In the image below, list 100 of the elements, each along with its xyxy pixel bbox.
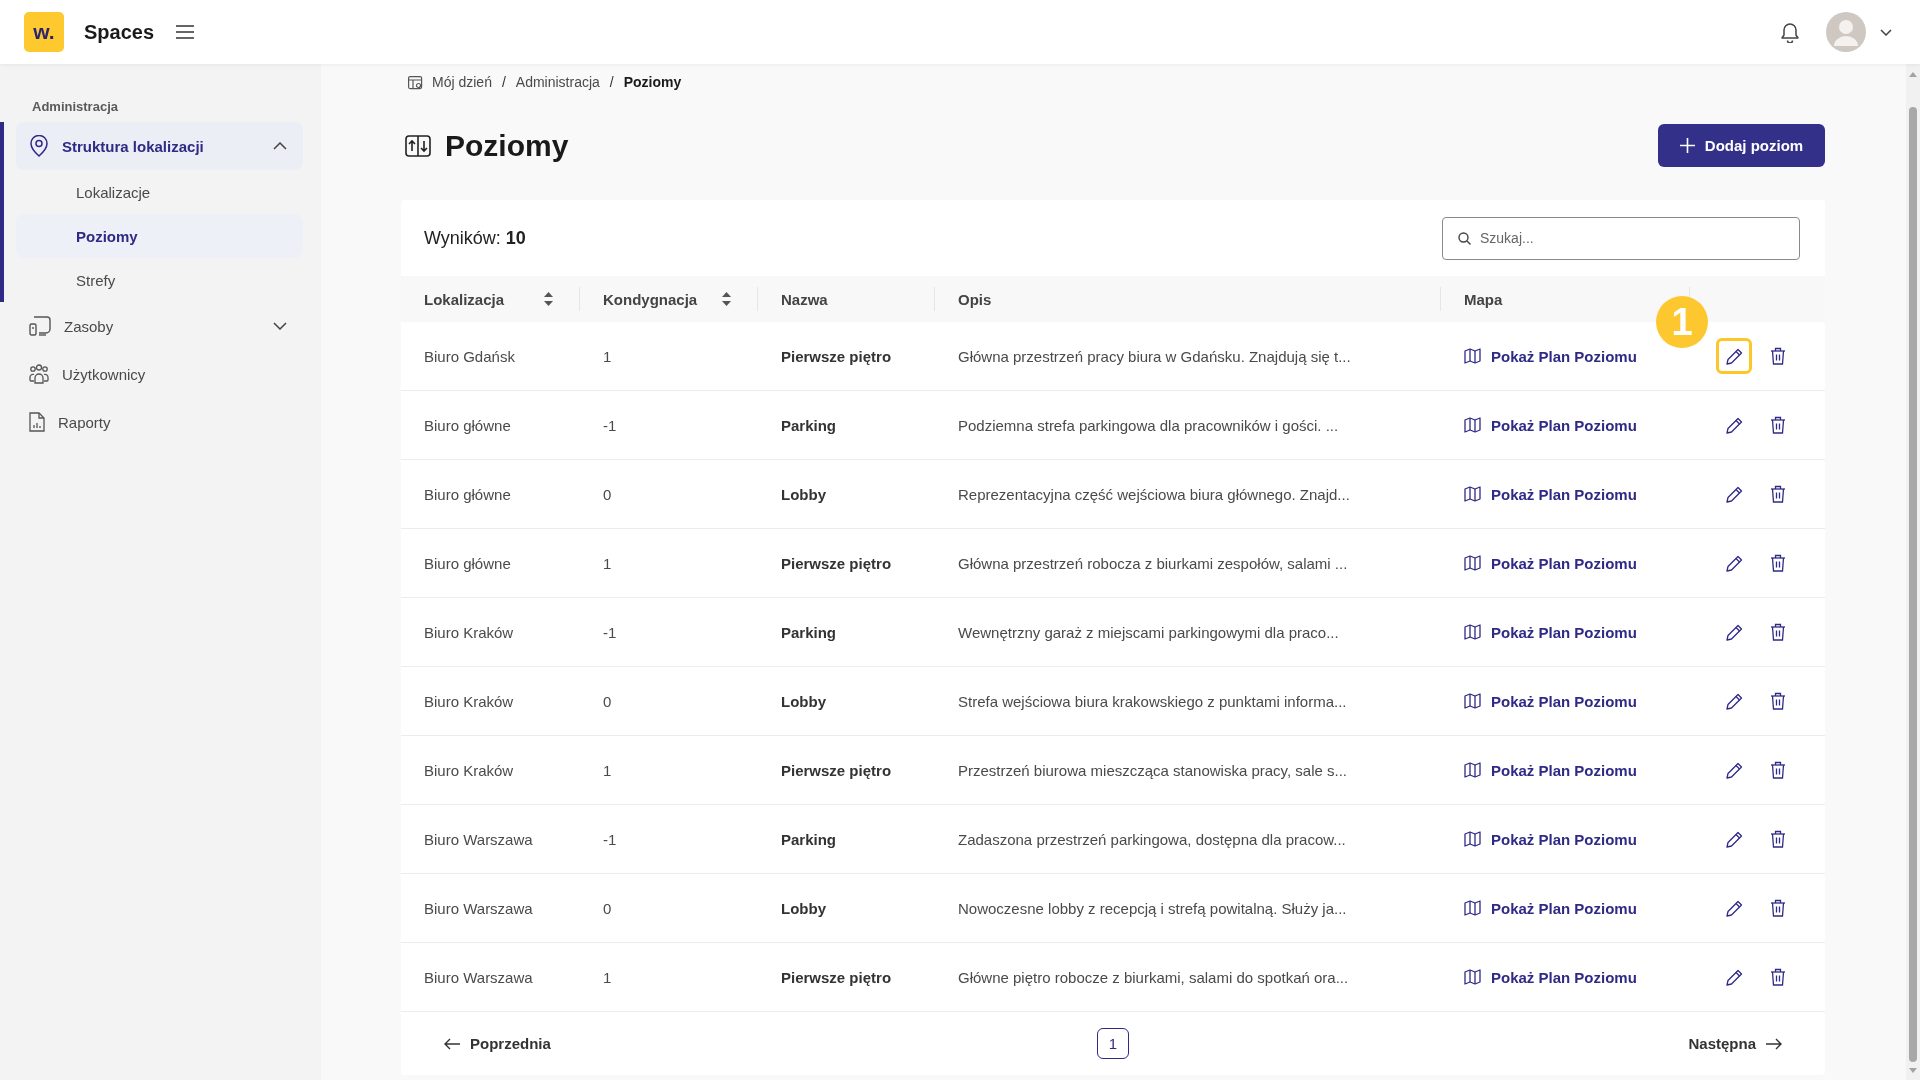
map-icon <box>1464 486 1481 502</box>
map-link[interactable]: Pokaż Plan Poziomu <box>1464 692 1637 710</box>
map-link[interactable]: Pokaż Plan Poziomu <box>1464 830 1637 848</box>
nav-item[interactable]: Raporty <box>16 398 303 446</box>
table-cell-text: Wewnętrzny garaż z miejscami parkingowymi dla praco... <box>957 623 1339 641</box>
column-header[interactable]: Lokalizacja <box>401 276 580 322</box>
location-pin-icon <box>29 135 49 157</box>
next-page-button[interactable]: Następna <box>1688 1035 1782 1052</box>
table-cell-text: Pierwsze piętro <box>780 968 892 986</box>
previous-page-button[interactable]: Poprzednia <box>444 1035 551 1052</box>
table-cell-text: Pierwsze piętro <box>780 554 892 572</box>
map-link[interactable]: Pokaż Plan Poziomu <box>1464 554 1637 572</box>
breadcrumb-current: Poziomy <box>623 74 682 90</box>
breadcrumb-link[interactable]: Administracja <box>515 74 600 90</box>
table-cell-text: Biuro Warszawa <box>423 899 533 917</box>
map-icon <box>1464 762 1481 778</box>
table-cell-text: Biuro główne <box>423 554 511 572</box>
map-link[interactable]: Pokaż Plan Poziomu <box>1464 623 1637 641</box>
table-cell-text: 1 <box>602 761 612 779</box>
chevron-up-icon[interactable] <box>273 142 287 150</box>
page-button[interactable]: 1 <box>1097 1028 1129 1059</box>
table-cell-text: Pierwsze piętro <box>780 347 892 365</box>
table-cell-text: Strefa wejściowa biura krakowskiego z punktami informa... <box>957 692 1347 710</box>
device-icon <box>29 316 51 336</box>
map-link[interactable]: Pokaż Plan Poziomu <box>1464 968 1637 986</box>
add-level-button[interactable]: Dodaj poziom <box>1658 124 1825 167</box>
table-cell-text: Pierwsze piętro <box>780 761 892 779</box>
pencil-icon <box>1725 416 1743 434</box>
table-cell-text: Główna przestrzeń pracy biura w Gdańsku. Znajdują się t... <box>957 347 1351 365</box>
map-icon <box>1464 348 1481 364</box>
trash-icon <box>1770 761 1786 779</box>
table-cell-text: Biuro główne <box>423 416 511 434</box>
search-icon <box>1458 231 1471 245</box>
pencil-icon <box>1725 623 1743 641</box>
nav-item[interactable]: Struktura lokalizacji <box>16 122 303 170</box>
trash-icon <box>1770 485 1786 503</box>
trash-icon <box>1770 899 1786 917</box>
map-icon <box>1464 555 1481 571</box>
trash-icon <box>1770 830 1786 848</box>
scrollbar-thumb[interactable] <box>1909 107 1917 1062</box>
table-cell-text: -1 <box>602 830 617 848</box>
table-cell-text: Reprezentacyjna część wejściowa biura głównego. Znajd... <box>957 485 1350 503</box>
bell-icon[interactable] <box>1780 21 1800 43</box>
trash-icon <box>1770 692 1786 710</box>
trash-icon <box>1770 416 1786 434</box>
up-down-arrows-icon <box>405 134 431 157</box>
map-icon <box>1464 969 1481 985</box>
nav-item[interactable]: Użytkownicy <box>16 350 303 398</box>
map-link[interactable]: Pokaż Plan Poziomu <box>1464 899 1637 917</box>
table-cell-text: 1 <box>602 968 612 986</box>
column-header[interactable]: Kondygnacja <box>580 276 758 322</box>
table-cell-text: 1 <box>602 347 612 365</box>
menu-icon[interactable] <box>176 25 195 39</box>
table-cell-text: Biuro Kraków <box>423 623 514 641</box>
breadcrumb-link[interactable]: Mój dzień <box>432 74 492 90</box>
table-cell-text: Lobby <box>780 692 826 710</box>
nav-subitem[interactable]: Lokalizacje <box>16 170 303 214</box>
map-link[interactable]: Pokaż Plan Poziomu <box>1464 761 1637 779</box>
calendar-icon <box>408 74 423 90</box>
results-count: Wyników: 10 <box>424 227 526 249</box>
sort-icon[interactable] <box>544 292 553 306</box>
nav-subitem[interactable]: Strefy <box>16 258 303 302</box>
chevron-down-icon[interactable] <box>1880 28 1892 36</box>
table-cell-text: Nowoczesne lobby z recepcją i strefą powitalną. Służy ja... <box>957 899 1347 917</box>
map-icon <box>1464 900 1481 916</box>
scrollbar[interactable] <box>1906 64 1920 1080</box>
table-cell-text: Biuro Warszawa <box>423 968 533 986</box>
sort-icon[interactable] <box>722 292 731 306</box>
table-cell-text: Lobby <box>780 899 826 917</box>
map-icon <box>1464 831 1481 847</box>
column-header: Opis <box>935 276 1441 322</box>
map-link[interactable]: Pokaż Plan Poziomu <box>1464 485 1637 503</box>
table-cell-text: Parking <box>780 416 837 434</box>
nav-item[interactable]: Zasoby <box>16 302 303 350</box>
chevron-down-icon[interactable] <box>273 322 287 330</box>
map-icon <box>1464 417 1481 433</box>
table-cell-text: Podziemna strefa parkingowa dla pracowników i gości. ... <box>957 416 1339 434</box>
pencil-icon <box>1725 692 1743 710</box>
table-cell-text: Parking <box>780 623 837 641</box>
breadcrumb-separator: / <box>609 74 614 90</box>
table-cell-text: Biuro Kraków <box>423 692 514 710</box>
table-cell-text: 0 <box>602 485 612 503</box>
table-cell-text: 0 <box>602 692 612 710</box>
table-cell-text: Główna przestrzeń robocza z biurkami zespołów, salami ... <box>957 554 1348 572</box>
plus-icon <box>1679 138 1695 153</box>
trash-icon <box>1770 347 1786 365</box>
nav-subitem[interactable]: Poziomy <box>16 214 303 258</box>
trash-icon <box>1770 554 1786 572</box>
page-title: Poziomy <box>445 128 569 163</box>
map-link[interactable]: Pokaż Plan Poziomu <box>1464 416 1637 434</box>
table-cell-text: Biuro Kraków <box>423 761 514 779</box>
map-link[interactable]: Pokaż Plan Poziomu <box>1464 347 1637 365</box>
table-cell-text: Biuro Gdańsk <box>423 347 515 365</box>
edit-button[interactable] <box>1716 338 1752 374</box>
arrow-left-icon <box>444 1037 460 1050</box>
app-logo[interactable]: w. <box>24 12 64 52</box>
report-icon <box>29 412 45 432</box>
pencil-icon <box>1725 830 1743 848</box>
search-field[interactable]: Szukaj... <box>1442 216 1800 260</box>
table-cell-text: 1 <box>602 554 612 572</box>
